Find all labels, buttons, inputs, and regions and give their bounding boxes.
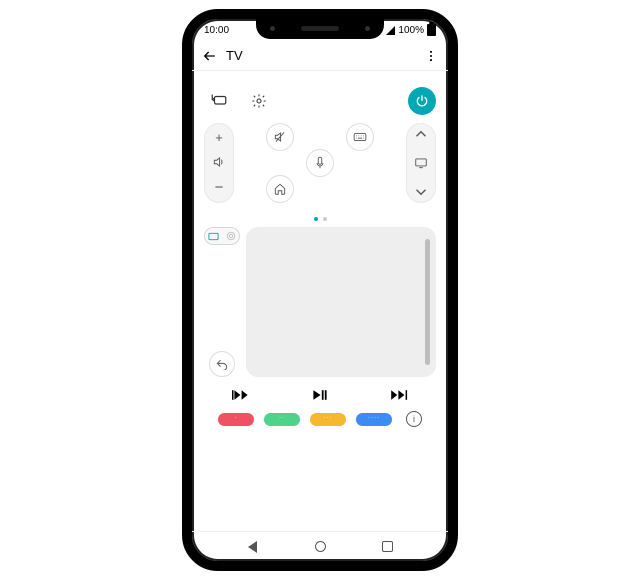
home-button[interactable] — [266, 175, 294, 203]
nav-back-button[interactable] — [246, 540, 260, 554]
input-button[interactable] — [206, 88, 232, 114]
media-controls — [204, 377, 436, 407]
phone-frame: 10:00 100% TV + — [182, 9, 458, 571]
nav-recent-button[interactable] — [381, 540, 395, 554]
trackpad[interactable] — [246, 227, 436, 377]
dpad-mode-icon — [226, 231, 236, 241]
signal-icon — [386, 26, 395, 35]
prev-track-button[interactable] — [232, 389, 250, 401]
battery-icon — [427, 24, 436, 36]
notch — [256, 17, 384, 39]
channel-up-button[interactable] — [415, 130, 427, 138]
scroll-indicator[interactable] — [425, 239, 430, 365]
remote-content: + − — [192, 73, 448, 531]
volume-control: + − — [204, 123, 234, 203]
volume-down-button[interactable]: − — [215, 179, 224, 196]
back-nav-button[interactable] — [209, 351, 235, 377]
mode-toggle[interactable] — [204, 227, 240, 245]
info-button[interactable]: i — [406, 411, 422, 427]
page-title: TV — [226, 48, 424, 63]
app-header: TV — [192, 41, 448, 71]
display-icon — [414, 157, 428, 169]
speaker-icon — [212, 155, 226, 169]
channel-control — [406, 123, 436, 203]
blue-button[interactable]: ···· — [356, 413, 392, 426]
color-buttons: · ·· ··· ···· i — [204, 411, 436, 427]
keyboard-button[interactable] — [346, 123, 374, 151]
page-indicator — [204, 217, 436, 221]
mic-button[interactable] — [306, 149, 334, 177]
next-track-button[interactable] — [390, 389, 408, 401]
android-navbar — [192, 531, 448, 561]
green-button[interactable]: ·· — [264, 413, 300, 426]
battery-text: 100% — [398, 25, 424, 36]
mute-button[interactable] — [266, 123, 294, 151]
settings-button[interactable] — [246, 88, 272, 114]
red-button[interactable]: · — [218, 413, 254, 426]
center-cluster — [244, 123, 396, 211]
more-button[interactable] — [424, 49, 438, 63]
status-time: 10:00 — [204, 25, 229, 36]
trackpad-mode-icon — [208, 232, 219, 241]
play-pause-button[interactable] — [312, 389, 328, 401]
channel-down-button[interactable] — [415, 188, 427, 196]
yellow-button[interactable]: ··· — [310, 413, 346, 426]
nav-home-button[interactable] — [313, 540, 327, 554]
volume-up-button[interactable]: + — [215, 130, 223, 145]
power-button[interactable] — [408, 87, 436, 115]
back-button[interactable] — [202, 48, 218, 64]
